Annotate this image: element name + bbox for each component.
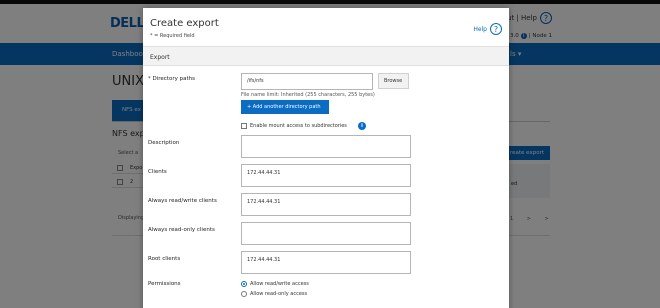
- radio-read-write[interactable]: [241, 281, 247, 287]
- clients-input[interactable]: 172.44.44.31: [241, 164, 411, 187]
- question-icon[interactable]: ?: [490, 23, 502, 35]
- radio-read-only-label[interactable]: Allow read-only access: [250, 291, 307, 297]
- add-directory-path-button[interactable]: + Add another directory path: [241, 100, 329, 114]
- clients-label: Clients: [148, 169, 167, 175]
- description-input[interactable]: [241, 135, 411, 158]
- description-label: Description: [148, 140, 180, 146]
- create-export-dialog: Create export * = Required field Help ? …: [143, 8, 509, 308]
- always-ro-clients-label: Always read-only clients: [148, 227, 215, 233]
- permission-option-ro[interactable]: Allow read-only access: [241, 291, 307, 297]
- help-link[interactable]: Help ?: [473, 23, 502, 35]
- section-header: Export: [143, 46, 509, 66]
- info-icon[interactable]: i: [357, 122, 366, 130]
- always-rw-clients-label: Always read/write clients: [148, 198, 217, 204]
- permission-option-rw[interactable]: Allow read/write access: [241, 281, 309, 287]
- directory-paths-label: * Directory paths: [148, 76, 195, 82]
- always-rw-clients-input[interactable]: 172.44.44.31: [241, 193, 411, 216]
- required-note: * = Required field: [150, 33, 195, 39]
- directory-paths-label-text: Directory paths: [152, 76, 195, 82]
- directory-path-input[interactable]: /ifs/nfs: [241, 73, 373, 90]
- permissions-label: Permissions: [148, 281, 181, 287]
- dialog-title: Create export: [150, 18, 219, 29]
- mount-access-checkbox[interactable]: [241, 123, 247, 129]
- root-clients-input[interactable]: 172.44.44.31: [241, 251, 411, 274]
- mount-access-label[interactable]: Enable mount access to subdirectories: [250, 123, 347, 129]
- root-clients-label: Root clients: [148, 256, 181, 262]
- file-name-limit-note: File name limit: Inherited (255 characte…: [241, 92, 375, 98]
- always-ro-clients-input[interactable]: [241, 222, 411, 245]
- radio-read-only[interactable]: [241, 291, 247, 297]
- help-label[interactable]: Help: [473, 26, 487, 33]
- radio-read-write-label[interactable]: Allow read/write access: [250, 281, 309, 287]
- mount-access-row: Enable mount access to subdirectories i: [241, 122, 366, 130]
- browse-button[interactable]: Browse: [378, 73, 409, 89]
